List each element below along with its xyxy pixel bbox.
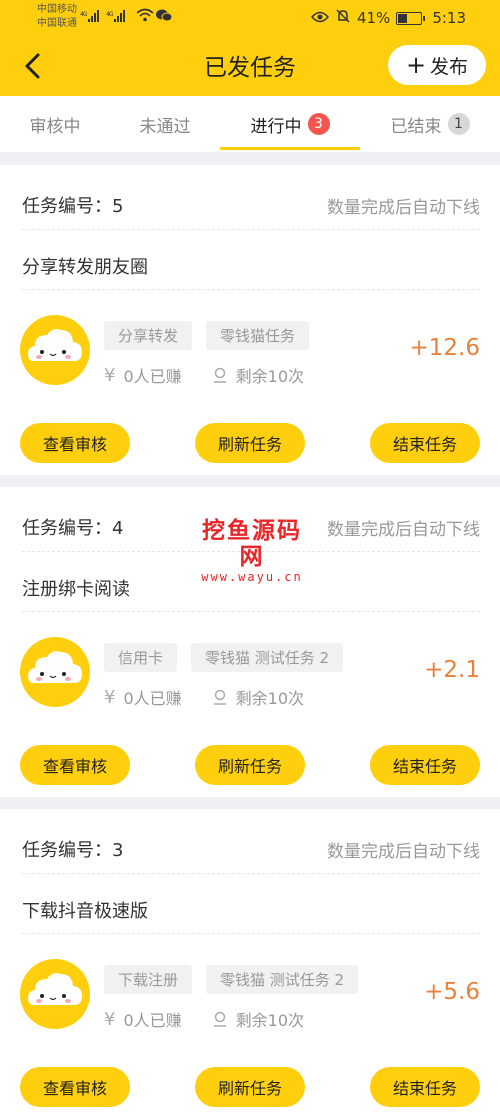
end-task-button[interactable]: 结束任务 [370, 1067, 480, 1107]
remaining-count: 剩余10次 [235, 367, 305, 386]
remaining-count: 剩余10次 [235, 1011, 305, 1030]
divider [22, 289, 480, 290]
svg-text:4G: 4G [106, 11, 114, 18]
tag: 零钱猫任务 [206, 321, 310, 350]
eye-icon [310, 9, 329, 27]
cloud-avatar-icon [20, 637, 90, 707]
yen-icon: ¥ [104, 686, 116, 708]
task-meta: ¥0人已赚 剩余10次 [104, 685, 334, 709]
carrier-2: 中国联通 [37, 18, 77, 29]
end-task-button[interactable]: 结束任务 [370, 423, 480, 463]
tab-bar: 审核中 未通过 进行中 3 已结束 1 [0, 96, 500, 152]
cloud-avatar-icon [20, 959, 90, 1029]
view-review-button[interactable]: 查看审核 [20, 423, 130, 463]
tab-reviewing[interactable]: 审核中 [0, 96, 110, 152]
yen-icon: ¥ [104, 1008, 116, 1030]
task-number: 任务编号：5 [22, 196, 124, 217]
tag: 下载注册 [104, 965, 193, 994]
auto-offline-note: 数量完成后自动下线 [327, 841, 480, 862]
earned-count: 0人已赚 [123, 367, 182, 386]
card-header: 任务编号：3 数量完成后自动下线 [22, 829, 480, 869]
tab-label: 进行中 [250, 116, 302, 137]
count-badge: 1 [447, 113, 470, 135]
tag: 信用卡 [104, 643, 178, 672]
refresh-task-button[interactable]: 刷新任务 [195, 1067, 305, 1107]
view-review-button[interactable]: 查看审核 [20, 745, 130, 785]
battery-percent: 41% [356, 9, 391, 27]
task-card: 任务编号：4 数量完成后自动下线 注册绑卡阅读 信用卡 零钱猫 测试任务 2 ¥… [0, 487, 500, 797]
plus-icon: + [405, 51, 427, 79]
divider [22, 551, 480, 552]
tab-label: 未通过 [139, 116, 191, 137]
auto-offline-note: 数量完成后自动下线 [327, 519, 480, 540]
task-number: 任务编号：3 [22, 840, 124, 861]
count-badge: 3 [307, 113, 330, 135]
wechat-icon [156, 9, 173, 25]
publish-button[interactable]: + 发布 [388, 45, 486, 85]
refresh-task-button[interactable]: 刷新任务 [195, 423, 305, 463]
tag: 零钱猫 测试任务 2 [191, 643, 344, 672]
task-card: 任务编号：5 数量完成后自动下线 分享转发朋友圈 分享转发 零钱猫任务 ¥0人已… [0, 165, 500, 475]
reward-amount: +5.6 [424, 979, 480, 1005]
signal-4g-icon: 4G 4G [80, 9, 144, 26]
tag-list: 分享转发 零钱猫任务 [104, 321, 310, 350]
status-bar: 中国移动 中国联通 4G 4G 41% 5:13 [0, 0, 500, 36]
tag-list: 信用卡 零钱猫 测试任务 2 [104, 643, 344, 672]
divider [22, 873, 480, 874]
carrier-1: 中国移动 [37, 4, 77, 15]
divider [22, 229, 480, 230]
cloud-avatar-icon [20, 315, 90, 385]
tab-rejected[interactable]: 未通过 [110, 96, 220, 152]
reward-amount: +12.6 [409, 335, 480, 361]
tab-ended[interactable]: 已结束 1 [360, 96, 500, 152]
task-meta: ¥0人已赚 剩余10次 [104, 363, 334, 387]
task-title: 分享转发朋友圈 [22, 257, 148, 278]
wifi-icon [136, 8, 154, 25]
task-meta: ¥0人已赚 剩余10次 [104, 1007, 334, 1031]
tab-in-progress[interactable]: 进行中 3 [220, 96, 360, 152]
status-right: 41% 5:13 [310, 8, 466, 28]
earned-count: 0人已赚 [123, 1011, 182, 1030]
task-card: 任务编号：3 数量完成后自动下线 下载抖音极速版 下载注册 零钱猫 测试任务 2… [0, 809, 500, 1119]
tab-label: 审核中 [29, 116, 81, 137]
task-title: 下载抖音极速版 [22, 901, 148, 922]
person-icon [212, 367, 228, 383]
person-icon [212, 689, 228, 705]
tag: 分享转发 [104, 321, 193, 350]
person-icon [212, 1011, 228, 1027]
earned-count: 0人已赚 [123, 689, 182, 708]
tag: 零钱猫 测试任务 2 [206, 965, 359, 994]
reward-amount: +2.1 [424, 657, 480, 683]
auto-offline-note: 数量完成后自动下线 [327, 197, 480, 218]
task-title: 注册绑卡阅读 [22, 579, 130, 600]
end-task-button[interactable]: 结束任务 [370, 745, 480, 785]
remaining-count: 剩余10次 [235, 689, 305, 708]
svg-text:4G: 4G [80, 11, 88, 18]
active-tab-indicator [220, 147, 360, 150]
refresh-task-button[interactable]: 刷新任务 [195, 745, 305, 785]
yen-icon: ¥ [104, 364, 116, 386]
mute-bell-icon [335, 8, 351, 28]
card-header: 任务编号：5 数量完成后自动下线 [22, 185, 480, 225]
card-header: 任务编号：4 数量完成后自动下线 [22, 507, 480, 547]
divider [22, 611, 480, 612]
view-review-button[interactable]: 查看审核 [20, 1067, 130, 1107]
nav-bar: 已发任务 + 发布 [0, 36, 500, 96]
battery-icon [396, 11, 426, 25]
tag-list: 下载注册 零钱猫 测试任务 2 [104, 965, 359, 994]
task-number: 任务编号：4 [22, 518, 124, 539]
divider [22, 933, 480, 934]
clock: 5:13 [432, 9, 466, 27]
tab-label: 已结束 [390, 116, 442, 137]
publish-label: 发布 [430, 55, 469, 78]
